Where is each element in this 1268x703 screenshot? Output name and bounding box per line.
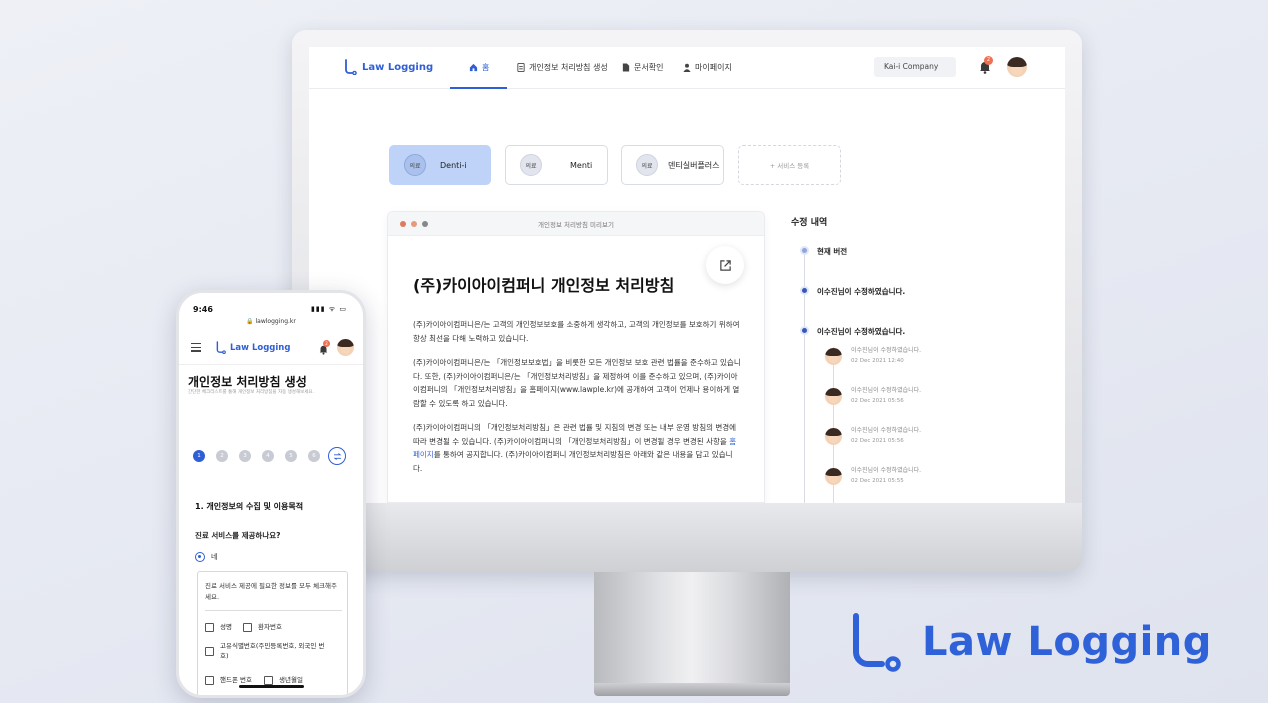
checkbox-icon (205, 646, 214, 656)
tab-mypage[interactable]: 마이페이지 (683, 62, 732, 73)
mobile-logo[interactable]: Law Logging (215, 341, 290, 354)
tab-home[interactable]: 홈 (469, 62, 489, 73)
swap-icon (333, 452, 341, 460)
monitor-stand-base (594, 683, 790, 696)
service-badge: 의료 (520, 154, 542, 176)
tab-documents[interactable]: 문서확인 (622, 62, 663, 73)
history-event[interactable]: 이수진님이 수정하였습니다. (817, 326, 905, 337)
history-entry: 이수진님이 수정하였습니다. (851, 387, 922, 394)
service-card-dentisilver[interactable]: 의료 덴티실버플러스 (621, 145, 724, 185)
current-version[interactable]: 현재 버전 (817, 246, 847, 257)
history-entry-date: 02 Dec 2021 05:56 (851, 438, 904, 444)
checkbox-name[interactable]: 성명 (205, 622, 232, 632)
service-label: Denti-i (440, 160, 467, 170)
checkbox-icon (264, 675, 273, 685)
checklist-box: 진료 서비스 제공에 필요한 정보를 모두 체크해주세요. 성명 환자번호 고유… (197, 571, 348, 695)
policy-paragraph-1: (주)카이아이컴퍼니은/는 고객의 개인정보보호를 소중하게 생각하고, 고객의… (413, 320, 740, 343)
step-6[interactable]: 6 (308, 450, 320, 462)
step-4[interactable]: 4 (262, 450, 274, 462)
top-nav: Law Logging 홈 개인정보 처리방침 생성 문서확인 마이페이지 Ka… (309, 47, 1065, 89)
logo-icon (216, 341, 226, 354)
page-description: 간단한 체크리스트를 통해 개인정보 처리방침을 자동 생성해보세요. (188, 390, 314, 395)
timeline-dot (800, 326, 809, 335)
desktop-monitor: Law Logging 홈 개인정보 처리방침 생성 문서확인 마이페이지 Ka… (292, 30, 1082, 572)
user-icon (683, 63, 691, 72)
user-avatar[interactable] (337, 339, 354, 356)
step-indicator: 1 2 3 4 5 6 (193, 447, 346, 465)
monitor-stand (594, 572, 790, 684)
history-entry-date: 02 Dec 2021 05:55 (851, 478, 904, 484)
radio-yes[interactable]: 네 (195, 552, 217, 562)
service-label: Menti (570, 160, 593, 170)
editor-avatar (825, 388, 842, 405)
timeline-dot (800, 246, 809, 255)
logo-text: Law Logging (362, 61, 434, 73)
question-label: 진료 서비스를 제공하나요? (195, 531, 281, 540)
checkbox-icon (205, 622, 214, 632)
open-external-button[interactable] (706, 246, 744, 284)
user-avatar[interactable] (1007, 57, 1027, 77)
history-title: 수정 내역 (791, 218, 828, 228)
step-1[interactable]: 1 (193, 450, 205, 462)
mobile-phone: 9:46 ▮▮▮ ᯤ ▭ 🔒 lawlogging.kr Law Logging… (176, 290, 366, 698)
editor-avatar (825, 348, 842, 365)
service-badge: 의료 (636, 154, 658, 176)
external-link-icon (719, 259, 731, 271)
home-icon (469, 63, 478, 72)
preview-titlebar: 개인정보 처리방침 미리보기 (388, 212, 764, 236)
service-label: 덴티실버플러스 (668, 160, 720, 170)
history-entry: 이수진님이 수정하였습니다. (851, 347, 922, 354)
status-icons: ▮▮▮ ᯤ ▭ (310, 305, 347, 313)
notification-badge: 2 (323, 340, 330, 347)
checkbox-icon (243, 622, 252, 632)
checkbox-birthdate[interactable]: 생년월일 (264, 675, 303, 685)
status-time: 9:46 (193, 305, 213, 314)
step-3[interactable]: 3 (239, 450, 251, 462)
policy-preview-panel: 개인정보 처리방침 미리보기 (주)카이아이컴퍼니 개인정보 처리방침 (주)카… (387, 211, 765, 503)
document-icon (517, 63, 525, 72)
app-logo[interactable]: Law Logging (343, 59, 433, 75)
checkbox-resident-id[interactable]: 고유식별번호(주민등록번호, 외국인 번호) (205, 641, 325, 661)
brand-lockup: Law Logging (846, 612, 1212, 672)
policy-title: (주)카이아이컴퍼니 개인정보 처리방침 (413, 276, 675, 295)
editor-avatar (825, 428, 842, 445)
home-indicator (239, 685, 304, 688)
notification-badge: 2 (984, 56, 993, 65)
active-tab-indicator (450, 87, 507, 89)
checkbox-phone[interactable]: 핸드폰 번호 (205, 675, 252, 685)
file-icon (622, 63, 630, 72)
logo-icon (345, 59, 357, 75)
timeline-dot (800, 286, 809, 295)
checkbox-patient-number[interactable]: 환자번호 (243, 622, 282, 632)
step-5[interactable]: 5 (285, 450, 297, 462)
tab-create-policy[interactable]: 개인정보 처리방침 생성 (517, 62, 608, 73)
company-select[interactable]: Kai-i Company (874, 57, 956, 77)
step-2[interactable]: 2 (216, 450, 228, 462)
service-badge: 의료 (404, 154, 426, 176)
hamburger-menu-icon[interactable] (191, 343, 201, 354)
service-card-denti-i[interactable]: 의료 Denti-i (389, 145, 491, 185)
desktop-screen: Law Logging 홈 개인정보 처리방침 생성 문서확인 마이페이지 Ka… (309, 47, 1065, 503)
brand-name: Law Logging (922, 619, 1212, 665)
policy-paragraph-3: (주)카이아이컴퍼니의 「개인정보처리방침」은 관련 법률 및 지침의 변경 또… (413, 423, 737, 473)
monitor-chin (292, 503, 1082, 572)
address-bar[interactable]: 🔒 lawlogging.kr (179, 318, 363, 325)
history-event[interactable]: 이수진님이 수정하였습니다. (817, 286, 905, 297)
radio-selected-icon (195, 552, 205, 562)
checklist-instruction: 진료 서비스 제공에 필요한 정보를 모두 체크해주세요. (205, 581, 342, 611)
history-entry: 이수진님이 수정하였습니다. (851, 427, 922, 434)
policy-paragraph-2: (주)카이아이컴퍼니은/는 「개인정보보호법」을 비롯한 모든 개인정보 보호 … (413, 358, 741, 408)
add-service-button[interactable]: + 서비스 등록 (738, 145, 841, 185)
history-entry: 이수진님이 수정하였습니다. (851, 467, 922, 474)
logo-icon (853, 613, 901, 672)
service-card-menti[interactable]: 의료 Menti (505, 145, 608, 185)
checkbox-icon (205, 675, 214, 685)
history-entry-date: 02 Dec 2021 05:56 (851, 398, 904, 404)
history-entry-date: 02 Dec 2021 12:40 (851, 358, 904, 364)
step-final-button[interactable] (328, 447, 346, 465)
preview-title: 개인정보 처리방침 미리보기 (538, 221, 614, 229)
page-title: 개인정보 처리방침 생성 (188, 375, 307, 389)
editor-avatar (825, 468, 842, 485)
section-heading: 1. 개인정보의 수집 및 이용목적 (195, 502, 304, 511)
